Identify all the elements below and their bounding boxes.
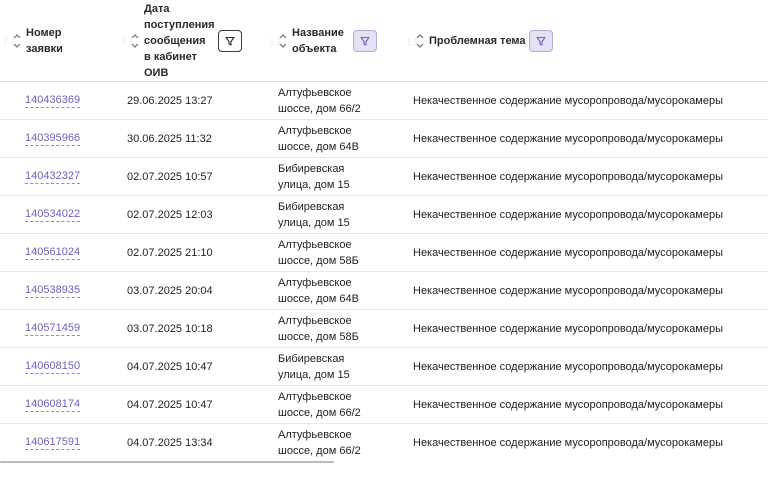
column-label-topic: Проблемная тема	[429, 34, 526, 47]
cell-date: 03.07.2025 20:04	[127, 284, 213, 297]
table-row: 140432327 02.07.2025 10:57 Бибиревская у…	[0, 158, 768, 196]
cell-number: 140436369	[25, 82, 120, 119]
cell-topic: Некачественное содержание мусоропровода/…	[413, 170, 724, 183]
cell-topic: Некачественное содержание мусоропровода/…	[413, 398, 724, 411]
request-number-link[interactable]: 140534022	[25, 208, 81, 222]
cell-object: Алтуфьевское шоссе, дом 66/2	[278, 428, 361, 457]
cell-number: 140395966	[25, 120, 120, 157]
sort-arrows-icon[interactable]	[278, 32, 288, 50]
column-header-object[interactable]: ⋮⋮ Название объекта	[268, 0, 344, 81]
cell-date: 04.07.2025 10:47	[127, 398, 213, 411]
cell-topic: Некачественное содержание мусоропровода/…	[413, 322, 724, 335]
sort-arrows-icon[interactable]	[12, 32, 22, 50]
cell-date: 02.07.2025 21:10	[127, 246, 213, 259]
cell-number: 140617591	[25, 424, 120, 461]
cell-topic: Некачественное содержание мусоропровода/…	[413, 208, 724, 221]
cell-object: Бибиревская улица, дом 15	[278, 200, 350, 229]
cell-date: 30.06.2025 11:32	[127, 132, 212, 145]
filter-funnel-icon	[225, 36, 235, 46]
cell-object: Алтуфьевское шоссе, дом 58Б	[278, 238, 359, 267]
cell-number: 140561024	[25, 234, 120, 271]
request-number-link[interactable]: 140538935	[25, 284, 81, 298]
table-row: 140395966 30.06.2025 11:32 Алтуфьевское …	[0, 120, 768, 158]
cell-number: 140538935	[25, 272, 120, 309]
cell-date: 29.06.2025 13:27	[127, 94, 213, 107]
cell-topic: Некачественное содержание мусоропровода/…	[413, 436, 724, 449]
cell-number: 140534022	[25, 196, 120, 233]
cell-date: 03.07.2025 10:18	[127, 322, 213, 335]
request-number-link[interactable]: 140571459	[25, 322, 81, 336]
cell-object: Алтуфьевское шоссе, дом 66/2	[278, 86, 361, 115]
cell-number: 140608174	[25, 386, 120, 423]
cell-topic: Некачественное содержание мусоропровода/…	[413, 94, 724, 107]
filter-funnel-icon	[360, 36, 370, 46]
request-number-link[interactable]: 140395966	[25, 132, 81, 146]
column-label-number: Номер заявки	[26, 26, 63, 55]
request-number-link[interactable]: 140436369	[25, 94, 81, 108]
filter-funnel-icon	[536, 36, 546, 46]
filter-topic-button[interactable]	[529, 30, 553, 52]
sort-arrows-icon[interactable]	[415, 32, 425, 50]
horizontal-scrollbar[interactable]	[0, 461, 334, 463]
table-row: 140608150 04.07.2025 10:47 Бибиревская у…	[0, 348, 768, 386]
column-header-date[interactable]: ⋮⋮ Дата поступления сообщения в кабинет …	[120, 0, 215, 81]
cell-object: Бибиревская улица, дом 15	[278, 162, 350, 191]
cell-object: Алтуфьевское шоссе, дом 64В	[278, 124, 359, 153]
table-row: 140538935 03.07.2025 20:04 Алтуфьевское …	[0, 272, 768, 310]
sort-arrows-icon[interactable]	[130, 32, 140, 50]
request-number-link[interactable]: 140561024	[25, 246, 81, 260]
cell-topic: Некачественное содержание мусоропровода/…	[413, 360, 724, 373]
cell-topic: Некачественное содержание мусоропровода/…	[413, 132, 724, 145]
request-number-link[interactable]: 140608174	[25, 398, 81, 412]
table-row: 140436369 29.06.2025 13:27 Алтуфьевское …	[0, 82, 768, 120]
request-number-link[interactable]: 140608150	[25, 360, 81, 374]
cell-topic: Некачественное содержание мусоропровода/…	[413, 284, 724, 297]
cell-number: 140571459	[25, 310, 120, 347]
column-header-number[interactable]: ⋮⋮ Номер заявки	[2, 0, 63, 81]
table-header: ⋮⋮ Номер заявки ⋮⋮ Дата поступления сооб…	[0, 0, 768, 82]
cell-object: Бибиревская улица, дом 15	[278, 352, 350, 381]
table-row: 140534022 02.07.2025 12:03 Бибиревская у…	[0, 196, 768, 234]
column-header-topic[interactable]: ⋮⋮ Проблемная тема	[405, 0, 526, 81]
cell-object: Алтуфьевское шоссе, дом 64В	[278, 276, 359, 305]
requests-table: ⋮⋮ Номер заявки ⋮⋮ Дата поступления сооб…	[0, 0, 768, 480]
drag-handle-icon[interactable]: ⋮⋮	[2, 37, 17, 45]
filter-object-button[interactable]	[353, 30, 377, 52]
cell-number: 140432327	[25, 158, 120, 195]
table-row: 140617591 04.07.2025 13:34 Алтуфьевское …	[0, 424, 768, 461]
column-label-object: Название объекта	[292, 26, 344, 55]
column-label-date: Дата поступления сообщения в кабинет ОИВ	[144, 2, 215, 79]
cell-object: Алтуфьевское шоссе, дом 58Б	[278, 314, 359, 343]
cell-topic: Некачественное содержание мусоропровода/…	[413, 246, 724, 259]
drag-handle-icon[interactable]: ⋮⋮	[120, 37, 135, 45]
request-number-link[interactable]: 140617591	[25, 436, 81, 450]
cell-date: 04.07.2025 10:47	[127, 360, 213, 373]
cell-object: Алтуфьевское шоссе, дом 66/2	[278, 390, 361, 419]
cell-number: 140608150	[25, 348, 120, 385]
table-row: 140571459 03.07.2025 10:18 Алтуфьевское …	[0, 310, 768, 348]
table-row: 140608174 04.07.2025 10:47 Алтуфьевское …	[0, 386, 768, 424]
drag-handle-icon[interactable]: ⋮⋮	[405, 37, 420, 45]
cell-date: 04.07.2025 13:34	[127, 436, 213, 449]
request-number-link[interactable]: 140432327	[25, 170, 81, 184]
table-row: 140561024 02.07.2025 21:10 Алтуфьевское …	[0, 234, 768, 272]
cell-date: 02.07.2025 10:57	[127, 170, 213, 183]
drag-handle-icon[interactable]: ⋮⋮	[268, 37, 283, 45]
filter-date-button[interactable]	[218, 30, 242, 52]
cell-date: 02.07.2025 12:03	[127, 208, 213, 221]
